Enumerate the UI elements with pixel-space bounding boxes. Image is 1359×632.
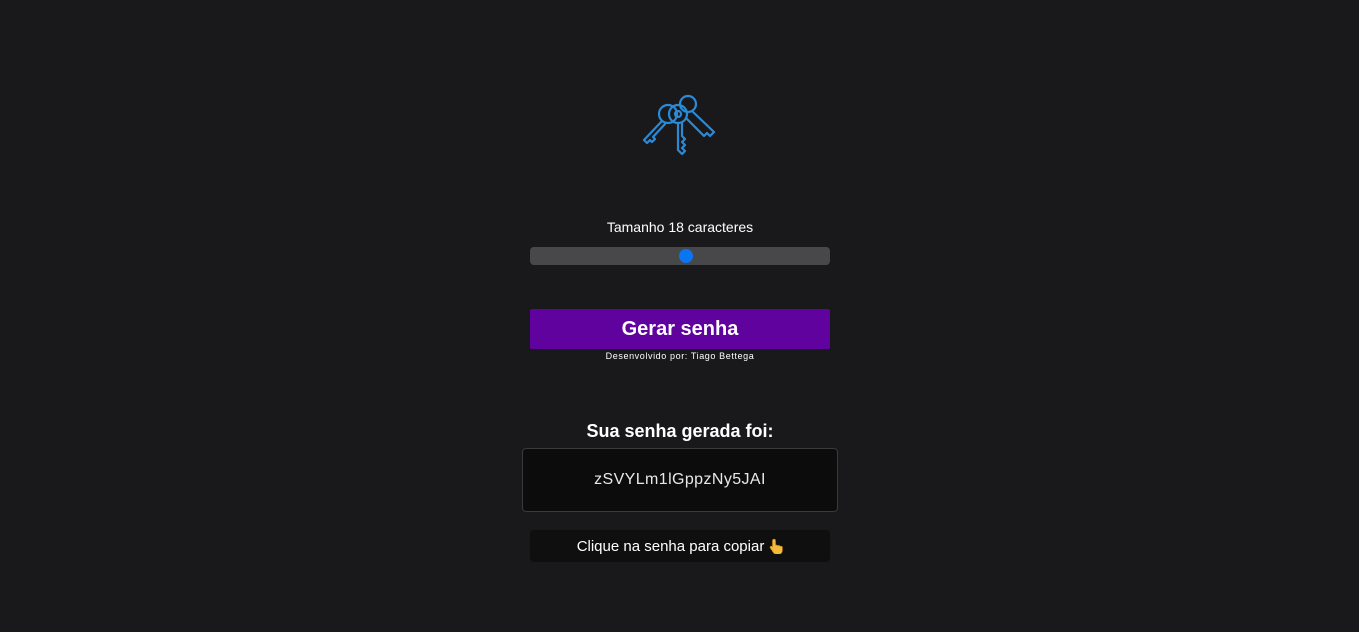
pointing-hand-icon [769,538,784,555]
password-generator-page: Tamanho 18 caracteres Gerar senha Desenv… [0,0,1359,632]
copy-hint-text: Clique na senha para copiar [576,537,765,555]
generated-password[interactable]: zSVYLm1lGppzNy5JAI [594,471,766,489]
password-length-slider[interactable] [530,247,830,265]
generate-password-button[interactable]: Gerar senha [530,309,830,349]
password-size-label: Tamanho 18 caracteres [606,219,754,235]
result-title: Sua senha gerada foi: [586,421,774,441]
developer-credit: Desenvolvido por: Tiago Bettega [605,351,755,361]
copy-hint: Clique na senha para copiar [530,530,830,562]
slider-thumb[interactable] [679,249,693,263]
keys-icon [640,92,720,156]
generated-password-box[interactable]: zSVYLm1lGppzNy5JAI [522,448,838,512]
